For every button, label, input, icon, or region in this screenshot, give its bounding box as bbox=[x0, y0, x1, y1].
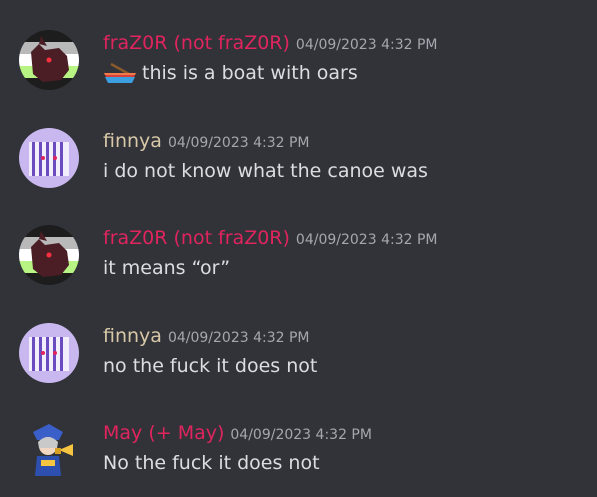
message-text: it means “or” bbox=[103, 257, 231, 279]
message-header: fraZ0R (not fraZ0R) 04/09/2023 4:32 PM bbox=[103, 225, 437, 253]
message-content: i do not know what the canoe was bbox=[103, 158, 428, 184]
avatar[interactable] bbox=[19, 420, 79, 480]
chat-message: finnya 04/09/2023 4:32 PM no the fuck it … bbox=[0, 323, 597, 393]
chat-message-list: fraZ0R (not fraZ0R) 04/09/2023 4:32 PM th… bbox=[0, 0, 597, 497]
timestamp: 04/09/2023 4:32 PM bbox=[167, 135, 310, 151]
chat-message: finnya 04/09/2023 4:32 PM i do not know w… bbox=[0, 128, 597, 198]
timestamp: 04/09/2023 4:32 PM bbox=[230, 427, 372, 443]
chat-message: fraZ0R (not fraZ0R) 04/09/2023 4:32 PM it… bbox=[0, 225, 597, 295]
username[interactable]: finnya bbox=[103, 130, 162, 152]
message-content: this is a boat with oars bbox=[103, 60, 358, 90]
avatar[interactable] bbox=[19, 225, 79, 285]
message-content: No the fuck it does not bbox=[103, 450, 320, 476]
message-content: no the fuck it does not bbox=[103, 353, 317, 379]
message-header: fraZ0R (not fraZ0R) 04/09/2023 4:32 PM bbox=[103, 30, 437, 58]
username[interactable]: fraZ0R (not fraZ0R) bbox=[103, 32, 290, 54]
message-header: finnya 04/09/2023 4:32 PM bbox=[103, 323, 310, 351]
timestamp: 04/09/2023 4:32 PM bbox=[167, 330, 310, 346]
message-text: this is a boat with oars bbox=[142, 62, 358, 84]
username[interactable]: May (+ May) bbox=[103, 422, 224, 444]
timestamp: 04/09/2023 4:32 PM bbox=[295, 232, 438, 248]
username[interactable]: finnya bbox=[103, 325, 162, 347]
message-content: it means “or” bbox=[103, 255, 230, 281]
chat-message: fraZ0R (not fraZ0R) 04/09/2023 4:32 PM th… bbox=[0, 30, 597, 100]
message-header: May (+ May) 04/09/2023 4:32 PM bbox=[103, 420, 372, 448]
timestamp: 04/09/2023 4:32 PM bbox=[295, 37, 438, 53]
avatar[interactable] bbox=[19, 323, 79, 383]
message-header: finnya 04/09/2023 4:32 PM bbox=[103, 128, 310, 156]
chat-message: May (+ May) 04/09/2023 4:32 PM No the fuc… bbox=[0, 420, 597, 490]
canoe-icon bbox=[103, 61, 137, 90]
avatar[interactable] bbox=[19, 128, 79, 188]
message-text: no the fuck it does not bbox=[103, 355, 318, 377]
username[interactable]: fraZ0R (not fraZ0R) bbox=[103, 227, 290, 249]
message-text: i do not know what the canoe was bbox=[103, 160, 428, 182]
message-text: No the fuck it does not bbox=[103, 452, 320, 474]
avatar[interactable] bbox=[19, 30, 79, 90]
